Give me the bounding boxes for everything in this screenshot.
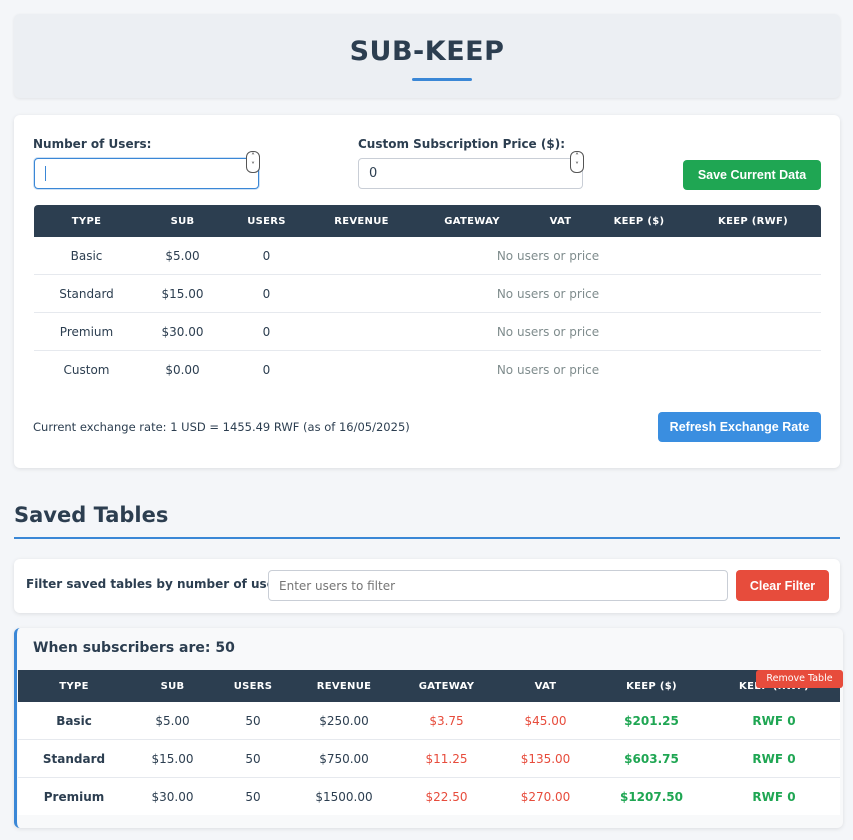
col-gateway: GATEWAY	[416, 205, 528, 237]
calculation-table: TYPE SUB USERS REVENUE GATEWAY VAT KEEP …	[34, 205, 821, 388]
message-text: No users or price	[496, 286, 600, 301]
col-type: TYPE	[18, 670, 130, 702]
col-revenue: REVENUE	[291, 670, 397, 702]
table-row: Premium $30.00 50 $1500.00 $22.50 $270.0…	[18, 778, 840, 816]
cell-type: Premium	[43, 789, 105, 804]
cell-sub: $15.00	[139, 274, 226, 313]
message-text: No users or price	[496, 248, 600, 263]
cell-type: Basic	[18, 702, 130, 740]
cell-gateway: $3.75	[397, 702, 496, 740]
refresh-exchange-rate-button[interactable]: Refresh Exchange Rate	[658, 412, 821, 442]
save-current-data-button[interactable]: Save Current Data	[683, 160, 821, 190]
cell-users: 50	[215, 739, 291, 778]
cell-gateway: $11.25	[397, 739, 496, 778]
saved-table: TYPE SUB USERS REVENUE GATEWAY VAT KEEP …	[18, 670, 840, 815]
col-vat: VAT	[496, 670, 595, 702]
cell-keep-rwf: RWF 0	[708, 739, 840, 778]
saved-table-card: When subscribers are: 50 TYPE SUB USERS …	[14, 628, 843, 828]
price-input[interactable]: 0 ˄ ˅	[358, 151, 584, 189]
col-keep-rwf: KEEP (RWF)	[685, 205, 821, 237]
app-header: SUB-KEEP	[14, 14, 840, 98]
app-title: SUB-KEEP	[349, 36, 505, 67]
message-text: No users or price	[496, 362, 600, 377]
cell-keep-usd: $603.75	[595, 739, 708, 778]
users-input[interactable]: ˄ ˅	[34, 151, 260, 189]
table-row: Standard $15.00 0 No users or price	[34, 274, 821, 313]
cell-sub: $30.00	[151, 789, 194, 804]
filter-label: Filter saved tables by number of users:	[26, 577, 293, 591]
cell-keep-rwf: RWF 0	[752, 789, 796, 804]
cell-keep-rwf: RWF 0	[708, 702, 840, 740]
cell-keep-usd: $201.25	[595, 702, 708, 740]
message-text: No users or price	[496, 324, 600, 339]
cell-users: 0	[226, 237, 307, 275]
cell-keep-usd: $1207.50	[619, 789, 683, 804]
col-users: USERS	[226, 205, 307, 237]
clear-filter-button[interactable]: Clear Filter	[736, 570, 829, 601]
cell-users: 0	[262, 362, 271, 377]
users-label: Number of Users:	[33, 137, 152, 151]
users-spinner-icon[interactable]: ˄ ˅	[246, 151, 260, 173]
col-sub: SUB	[139, 205, 226, 237]
table-row: Standard $15.00 50 $750.00 $11.25 $135.0…	[18, 739, 840, 778]
cell-revenue: $1500.00	[315, 789, 373, 804]
cell-revenue: $250.00	[291, 702, 397, 740]
cell-type: Premium	[34, 312, 139, 351]
section-divider	[14, 537, 840, 539]
cell-sub: $0.00	[165, 362, 200, 377]
cell-message: No users or price	[307, 237, 821, 275]
remove-table-button[interactable]: Remove Table	[756, 670, 843, 688]
cell-revenue: $750.00	[291, 739, 397, 778]
cell-type: Standard	[18, 739, 130, 778]
cell-gateway: $22.50	[425, 789, 468, 804]
price-spinner-icon[interactable]: ˄ ˅	[570, 151, 584, 173]
cell-type: Basic	[34, 237, 139, 275]
cell-sub: $5.00	[130, 702, 215, 740]
col-vat: VAT	[528, 205, 593, 237]
cell-sub: $30.00	[139, 312, 226, 351]
saved-table-header: TYPE SUB USERS REVENUE GATEWAY VAT KEEP …	[18, 670, 840, 702]
text-caret	[45, 166, 46, 181]
price-label: Custom Subscription Price ($):	[358, 137, 565, 151]
cell-users: 0	[226, 274, 307, 313]
cell-sub: $15.00	[130, 739, 215, 778]
filter-input[interactable]	[268, 570, 728, 601]
calculation-table-header: TYPE SUB USERS REVENUE GATEWAY VAT KEEP …	[34, 205, 821, 237]
filter-card: Filter saved tables by number of users: …	[14, 559, 840, 613]
col-gateway: GATEWAY	[397, 670, 496, 702]
cell-type: Custom	[63, 362, 110, 377]
cell-vat: $135.00	[496, 739, 595, 778]
table-row: Basic $5.00 50 $250.00 $3.75 $45.00 $201…	[18, 702, 840, 740]
cell-users: 50	[245, 789, 261, 804]
cell-users: 50	[215, 702, 291, 740]
cell-vat: $270.00	[520, 789, 571, 804]
col-sub: SUB	[130, 670, 215, 702]
price-input-value: 0	[369, 166, 378, 181]
cell-type: Standard	[34, 274, 139, 313]
table-row: Custom $0.00 0 No users or price	[34, 351, 821, 389]
saved-tables-heading: Saved Tables	[14, 503, 169, 527]
table-row: Basic $5.00 0 No users or price	[34, 237, 821, 275]
cell-message: No users or price	[307, 312, 821, 351]
table-row: Premium $30.00 0 No users or price	[34, 312, 821, 351]
col-revenue: REVENUE	[307, 205, 416, 237]
cell-message: No users or price	[307, 351, 821, 389]
col-keep-usd: KEEP ($)	[593, 205, 685, 237]
col-keep-usd: KEEP ($)	[595, 670, 708, 702]
title-underline	[412, 78, 472, 81]
col-users: USERS	[215, 670, 291, 702]
exchange-rate-text: Current exchange rate: 1 USD = 1455.49 R…	[33, 420, 410, 434]
cell-vat: $45.00	[496, 702, 595, 740]
col-type: TYPE	[34, 205, 139, 237]
cell-users: 0	[226, 312, 307, 351]
cell-message: No users or price	[307, 274, 821, 313]
calculator-card: Number of Users: ˄ ˅ Custom Subscription …	[14, 115, 840, 468]
cell-sub: $5.00	[139, 237, 226, 275]
saved-table-title: When subscribers are: 50	[33, 640, 235, 656]
